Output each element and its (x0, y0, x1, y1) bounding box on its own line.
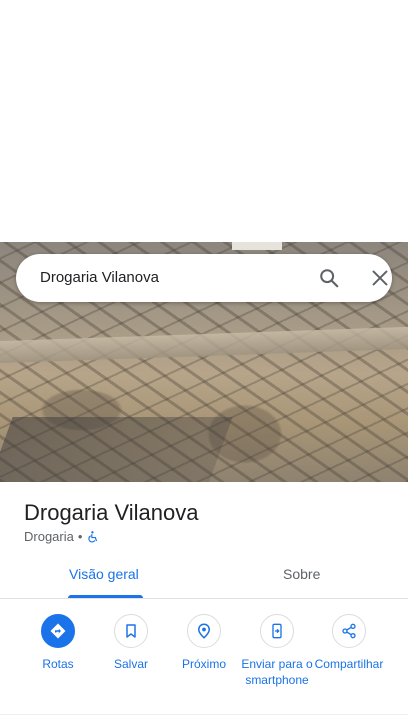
search-icon[interactable] (318, 267, 340, 289)
place-subtitle: Drogaria • (24, 529, 100, 544)
nearby-button[interactable]: Próximo (168, 614, 240, 672)
tab-overview[interactable]: Visão geral (69, 566, 139, 582)
search-input[interactable]: Drogaria Vilanova (40, 269, 159, 286)
separator-dot: • (77, 529, 83, 544)
tab-about[interactable]: Sobre (283, 566, 320, 582)
tab-bar: Visão geral Sobre (0, 554, 408, 599)
directions-label: Rotas (42, 657, 74, 671)
directions-button[interactable]: Rotas (22, 614, 94, 672)
place-category: Drogaria (24, 529, 74, 544)
map-blank-area (0, 0, 408, 242)
directions-icon (50, 623, 66, 639)
search-bar[interactable]: Drogaria Vilanova (16, 254, 392, 302)
nearby-icon (197, 623, 211, 639)
send-to-phone-icon (272, 623, 282, 639)
active-tab-indicator (68, 595, 143, 598)
send-to-phone-label: Enviar para o smartphone (241, 657, 313, 687)
share-icon (342, 623, 356, 639)
place-title: Drogaria Vilanova (24, 500, 199, 525)
divider (0, 714, 408, 715)
bookmark-icon (126, 624, 136, 638)
send-to-phone-button[interactable]: Enviar para o smartphone (241, 614, 313, 688)
save-label: Salvar (113, 657, 148, 671)
wheelchair-accessible-icon (88, 530, 98, 542)
nearby-label: Próximo (181, 657, 226, 671)
share-button[interactable]: Compartilhar (313, 614, 385, 672)
place-panel: Drogaria Vilanova Drogaria • Visão geral… (0, 482, 408, 724)
close-icon[interactable] (369, 267, 391, 289)
share-label: Compartilhar (314, 657, 384, 671)
save-button[interactable]: Salvar (95, 614, 167, 672)
